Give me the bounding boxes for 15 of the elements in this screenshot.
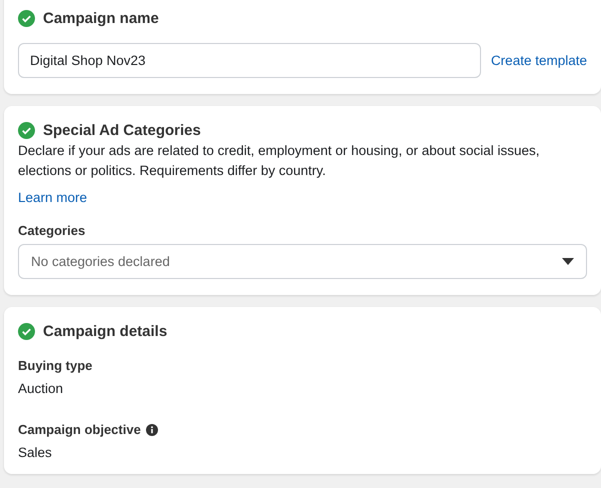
field-label: Categories: [18, 223, 86, 238]
description-text: Declare if your ads are related to credit, employment or housing, or about social issues, elections or politics. Requirements differ by country.: [18, 142, 541, 180]
learn-more-link[interactable]: Learn more: [18, 190, 88, 205]
section-title: Special Ad Categories: [43, 122, 201, 139]
info-icon[interactable]: [146, 424, 158, 436]
caret-icon: [562, 258, 574, 265]
field-value: Auction: [18, 381, 64, 396]
section-title: Campaign details: [43, 323, 168, 340]
field-label: Buying type: [18, 358, 92, 373]
field-value: Sales: [18, 445, 53, 460]
campaign-name-field[interactable]: Digital Shop Nov23: [18, 43, 481, 78]
section-title: Campaign name: [43, 10, 159, 27]
field-label: Campaign objective: [18, 422, 141, 437]
categories-dropdown[interactable]: No categories declared: [18, 244, 587, 279]
create-template-link[interactable]: Create template: [490, 53, 587, 68]
